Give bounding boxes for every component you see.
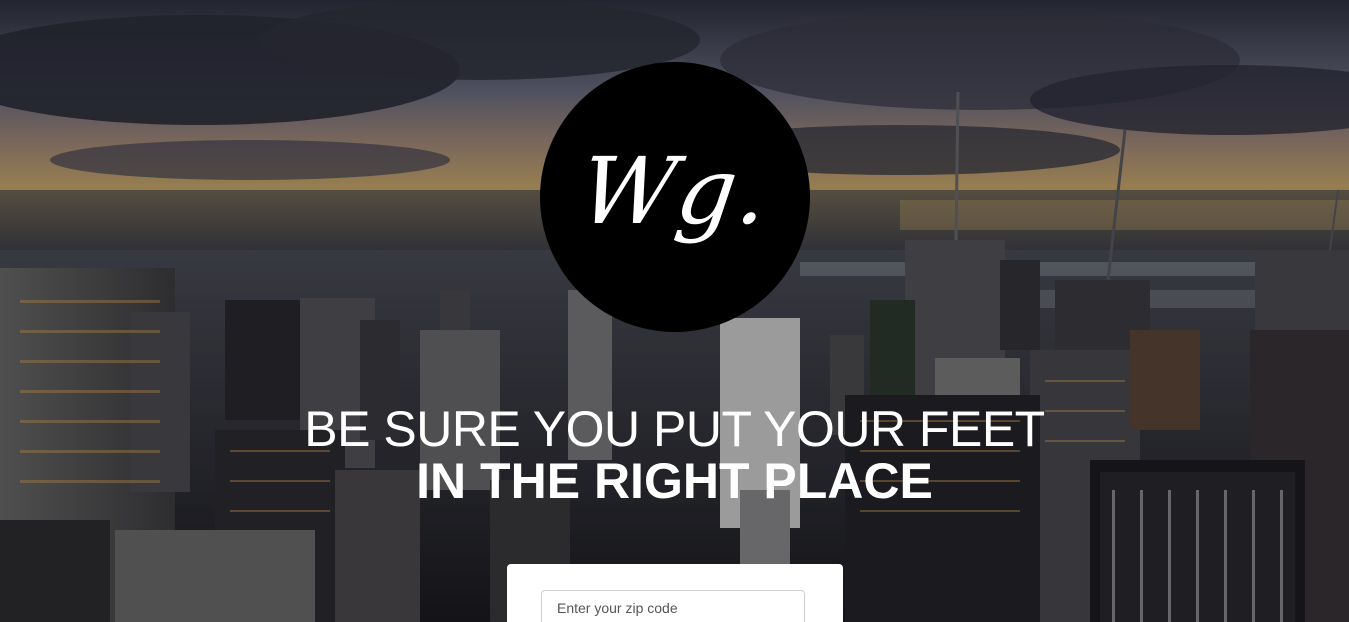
- logo[interactable]: Wg.: [540, 62, 810, 332]
- headline-line-2: IN THE RIGHT PLACE: [416, 453, 933, 509]
- logo-text: Wg.: [573, 137, 777, 245]
- hero-section: Wg. BE SURE YOU PUT YOUR FEET IN THE RIG…: [0, 0, 1349, 622]
- zip-search-card: [507, 564, 843, 622]
- headline-line-1: BE SURE YOU PUT YOUR FEET: [304, 401, 1045, 457]
- zip-code-input[interactable]: [541, 590, 805, 622]
